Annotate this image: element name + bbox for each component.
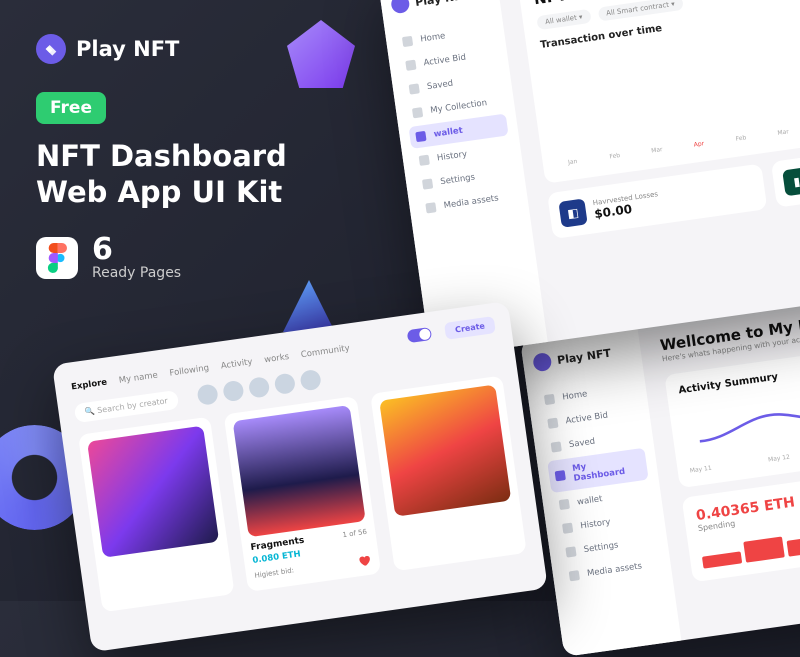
- pages-count: 6: [92, 235, 181, 265]
- wallet-chart-card: NFT Wallet Analysis All wallet ▾ All Sma…: [517, 0, 800, 184]
- avatar[interactable]: [196, 383, 219, 406]
- gem-decoration: [287, 20, 355, 88]
- nft-image: [233, 405, 366, 538]
- gallery-panel: Explore My name Following Activity works Comm…: [52, 301, 548, 652]
- heart-icon[interactable]: [356, 553, 372, 569]
- create-button[interactable]: Create: [444, 316, 496, 340]
- hero-title: NFT Dashboard Web App UI Kit: [36, 138, 287, 211]
- logo-icon: [532, 352, 552, 372]
- filter-contract[interactable]: All Smart contract ▾: [597, 0, 683, 22]
- highest-bid-label: Higiest bid:: [254, 567, 294, 580]
- sidebar-brand: Play NFT: [390, 0, 490, 14]
- search-input[interactable]: 🔍 Search by creator: [74, 389, 179, 422]
- nft-edition: 1 of 56: [342, 528, 367, 539]
- avatar[interactable]: [247, 376, 270, 399]
- avatar[interactable]: [299, 369, 322, 392]
- nft-card[interactable]: [370, 375, 527, 571]
- gallery-tab[interactable]: Activity: [220, 357, 253, 371]
- gallery-tab[interactable]: Explore: [71, 378, 108, 393]
- logo-icon: [36, 34, 66, 64]
- pages-row: 6 Ready Pages: [36, 235, 287, 281]
- filter-wallet[interactable]: All wallet ▾: [536, 9, 591, 30]
- nft-card[interactable]: [78, 417, 235, 613]
- gallery-tab[interactable]: Community: [300, 343, 350, 360]
- wallet-main: NFT Wallet Analysis All wallet ▾ All Sma…: [495, 0, 800, 342]
- figma-icon: [36, 237, 78, 279]
- nft-card-featured[interactable]: Fragments 1 of 56 0.080 ETH Higiest bid:: [224, 396, 381, 592]
- theme-toggle[interactable]: [407, 327, 433, 343]
- free-badge: Free: [36, 92, 106, 124]
- sidebar-brand-text: Play NFT: [556, 346, 611, 366]
- hero-title-line2: Web App UI Kit: [36, 174, 287, 210]
- wallet-panel: Play NFT HomeActive BidSavedMy Collectio…: [378, 0, 800, 358]
- sidebar-brand-text: Play NFT: [414, 0, 469, 8]
- nft-image: [379, 385, 512, 518]
- cone-decoration: [283, 280, 335, 332]
- hero-area: Play NFT Free NFT Dashboard Web App UI K…: [36, 34, 287, 281]
- losses-icon: ◧: [558, 198, 587, 227]
- logo-row: Play NFT: [36, 34, 287, 64]
- gallery-tab[interactable]: My name: [118, 370, 158, 385]
- nft-image: [87, 426, 220, 559]
- pages-label: Ready Pages: [92, 265, 181, 281]
- logo-icon: [390, 0, 410, 14]
- avatar[interactable]: [273, 373, 296, 396]
- gallery-tab[interactable]: works: [264, 352, 290, 365]
- avatar-row: [196, 369, 322, 406]
- hero-title-line1: NFT Dashboard: [36, 138, 287, 174]
- brand-name: Play NFT: [76, 37, 179, 61]
- gallery-tab[interactable]: Following: [169, 363, 210, 378]
- networth-icon: ▮: [782, 167, 800, 196]
- avatar[interactable]: [222, 380, 245, 403]
